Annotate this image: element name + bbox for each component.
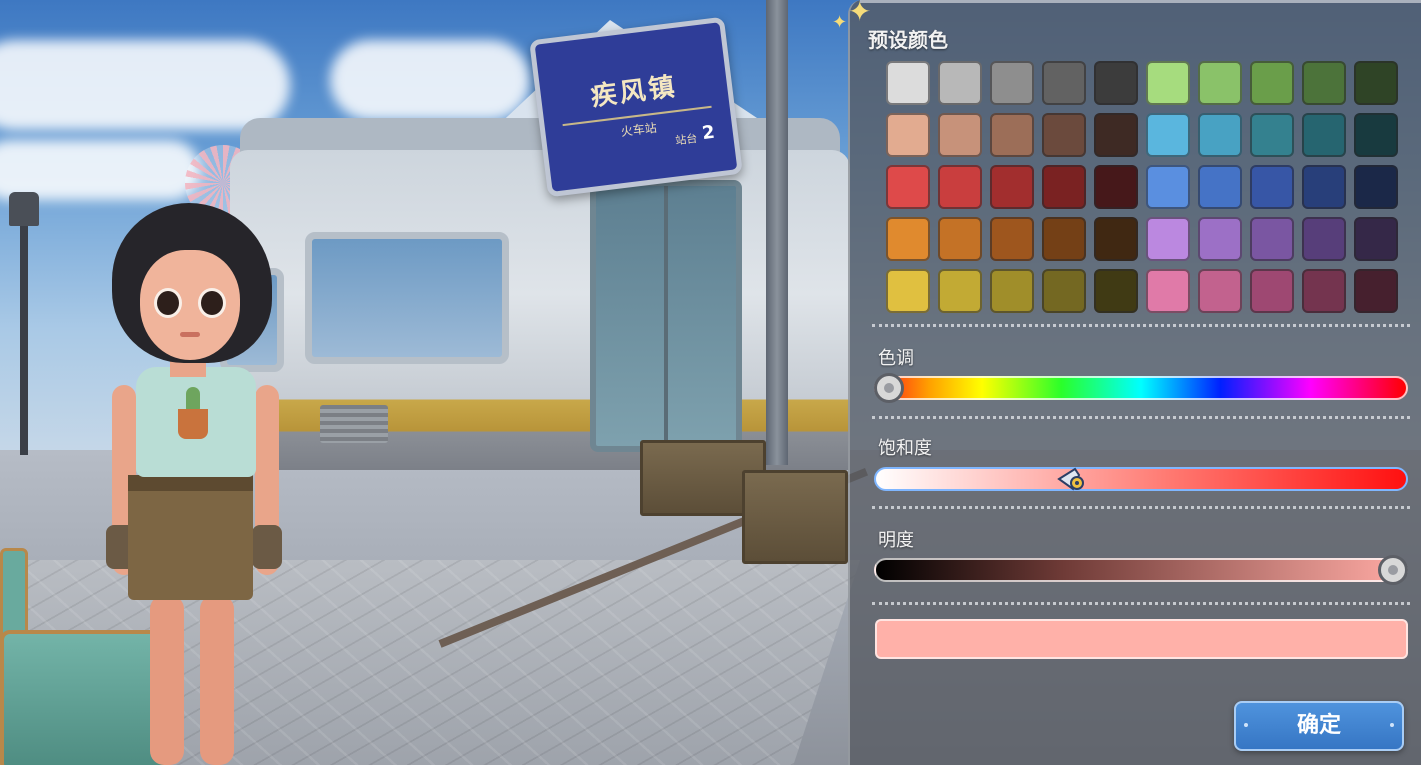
preset-swatch[interactable] [1250, 165, 1294, 209]
preset-swatch[interactable] [1042, 113, 1086, 157]
preset-swatch[interactable] [1250, 269, 1294, 313]
platform-number: 2 [700, 121, 716, 145]
preset-swatch[interactable] [1198, 61, 1242, 105]
player-character [100, 195, 290, 765]
station-sign: 疾风镇 火车站 站台 2 [529, 16, 743, 198]
preset-swatch[interactable] [1354, 113, 1398, 157]
cloud [0, 40, 290, 130]
preset-swatch[interactable] [938, 165, 982, 209]
preset-swatch[interactable] [1094, 165, 1138, 209]
preset-swatch[interactable] [1198, 165, 1242, 209]
sparkle-icon: ✦ [832, 12, 848, 33]
character-eye [198, 288, 226, 318]
panel-top-edge [860, 0, 1421, 3]
divider [872, 602, 1410, 605]
preset-swatch[interactable] [1146, 113, 1190, 157]
preset-swatch[interactable] [990, 165, 1034, 209]
character-mouth [180, 332, 200, 337]
preset-swatch[interactable] [938, 61, 982, 105]
character-shorts [128, 475, 253, 600]
character-glove [252, 525, 282, 569]
preset-swatch[interactable] [1198, 113, 1242, 157]
preset-swatch[interactable] [1354, 165, 1398, 209]
character-leg [200, 595, 234, 765]
preset-swatch[interactable] [1198, 269, 1242, 313]
platform-label: 站台 [674, 131, 699, 148]
brightness-label: 明度 [878, 530, 914, 551]
presets-label: 预设颜色 [868, 28, 948, 52]
hue-slider-handle[interactable] [874, 373, 904, 403]
preset-swatch[interactable] [1094, 61, 1138, 105]
preset-swatch[interactable] [1146, 217, 1190, 261]
character-face [140, 250, 240, 360]
preset-swatch[interactable] [1250, 217, 1294, 261]
flower-pot-icon [178, 409, 208, 439]
preset-swatch[interactable] [1354, 61, 1398, 105]
divider [872, 324, 1410, 327]
preset-swatch[interactable] [990, 61, 1034, 105]
sparkle-icon: ✦ [848, 0, 872, 28]
preset-swatch[interactable] [886, 61, 930, 105]
preset-swatch[interactable] [1302, 113, 1346, 157]
preset-swatch[interactable] [1250, 61, 1294, 105]
preset-swatch[interactable] [886, 165, 930, 209]
saturation-slider[interactable] [874, 467, 1408, 491]
preset-swatch[interactable] [990, 269, 1034, 313]
preset-swatch[interactable] [1250, 113, 1294, 157]
preset-swatch[interactable] [1042, 165, 1086, 209]
hue-slider[interactable] [874, 376, 1408, 400]
saturation-label: 饱和度 [878, 438, 932, 459]
wooden-crate [742, 470, 848, 564]
preset-swatch[interactable] [1042, 217, 1086, 261]
train-vent [320, 405, 388, 443]
train-window [305, 232, 509, 364]
confirm-button[interactable]: 确定 [1234, 701, 1404, 751]
cursor-hand-icon [1056, 467, 1084, 491]
preset-swatch[interactable] [938, 269, 982, 313]
preset-swatch[interactable] [1198, 217, 1242, 261]
preset-swatch[interactable] [1094, 269, 1138, 313]
street-lamp-pole [20, 215, 28, 455]
sign-pole [766, 0, 788, 465]
preset-swatch[interactable] [1354, 269, 1398, 313]
color-preview [875, 619, 1408, 659]
preset-swatch[interactable] [990, 217, 1034, 261]
preset-swatch[interactable] [1042, 269, 1086, 313]
preset-swatch[interactable] [1302, 165, 1346, 209]
hue-label: 色调 [878, 348, 914, 369]
street-lamp-icon [9, 192, 39, 226]
character-eye [154, 288, 182, 318]
character-belt [128, 475, 253, 491]
preset-swatch[interactable] [1146, 165, 1190, 209]
preset-swatch[interactable] [1354, 217, 1398, 261]
preset-swatch[interactable] [886, 113, 930, 157]
station-name: 疾风镇 [589, 71, 680, 113]
preset-swatch[interactable] [938, 217, 982, 261]
preset-swatch[interactable] [1302, 269, 1346, 313]
confirm-label: 确定 [1296, 713, 1341, 738]
cloud [0, 140, 200, 200]
preset-swatch[interactable] [1146, 269, 1190, 313]
brightness-slider-handle[interactable] [1378, 555, 1408, 585]
character-leg [150, 595, 184, 765]
preset-swatch[interactable] [1094, 113, 1138, 157]
button-ornament [1390, 723, 1394, 727]
divider [872, 506, 1410, 509]
train-door [590, 180, 742, 452]
preset-swatch[interactable] [1302, 217, 1346, 261]
preset-swatch[interactable] [886, 217, 930, 261]
preset-swatch[interactable] [1094, 217, 1138, 261]
divider [872, 416, 1410, 419]
saturation-slider-handle[interactable] [1055, 465, 1089, 493]
preset-swatch[interactable] [1146, 61, 1190, 105]
character-shirt [136, 367, 256, 477]
preset-swatch[interactable] [938, 113, 982, 157]
brightness-slider[interactable] [874, 558, 1408, 582]
button-ornament [1244, 723, 1248, 727]
preset-swatch[interactable] [1042, 61, 1086, 105]
preset-swatch[interactable] [886, 269, 930, 313]
preset-swatch[interactable] [1302, 61, 1346, 105]
preset-swatch[interactable] [990, 113, 1034, 157]
